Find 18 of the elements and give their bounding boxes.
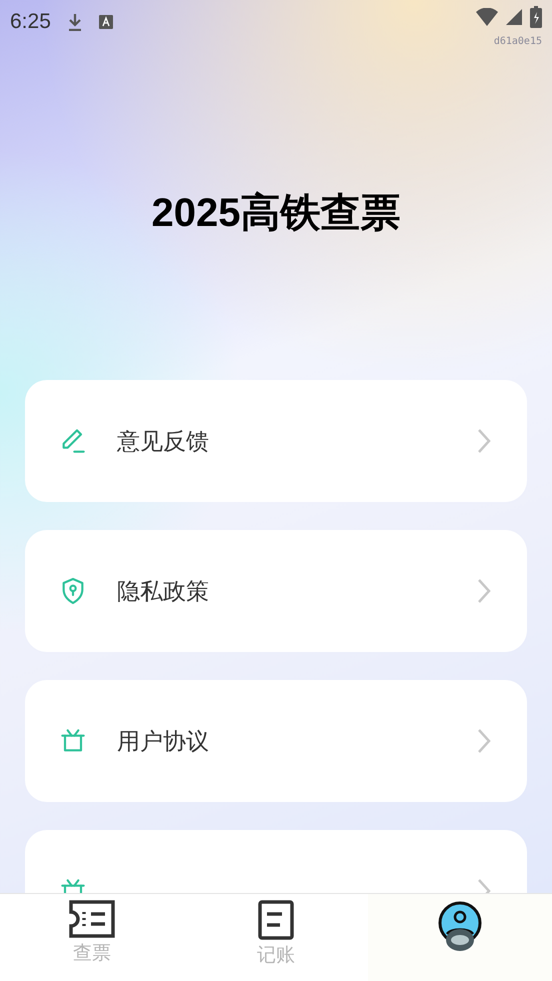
document-icon xyxy=(258,900,294,940)
app-title: 2025高铁查票 xyxy=(152,193,400,233)
tab[interactable] xyxy=(368,894,552,981)
menu-item[interactable]: 意见反馈 xyxy=(25,380,527,502)
download-icon xyxy=(66,12,83,31)
build-tag: d61a0e15 xyxy=(494,34,542,49)
ticket-icon xyxy=(69,900,115,938)
battery-icon xyxy=(530,6,542,28)
chevron-right-icon xyxy=(477,728,491,754)
status-time: 6:25 xyxy=(10,9,51,35)
chevron-right-icon xyxy=(477,428,491,454)
chevron-right-icon xyxy=(477,578,491,604)
keyboard-app-icon xyxy=(98,14,113,29)
signal-icon xyxy=(506,9,522,25)
menu-item[interactable]: 隐私政策 xyxy=(25,530,527,652)
wifi-icon xyxy=(476,8,498,26)
menu-item[interactable]: 用户协议 xyxy=(25,680,527,802)
profile-icon xyxy=(437,900,483,954)
